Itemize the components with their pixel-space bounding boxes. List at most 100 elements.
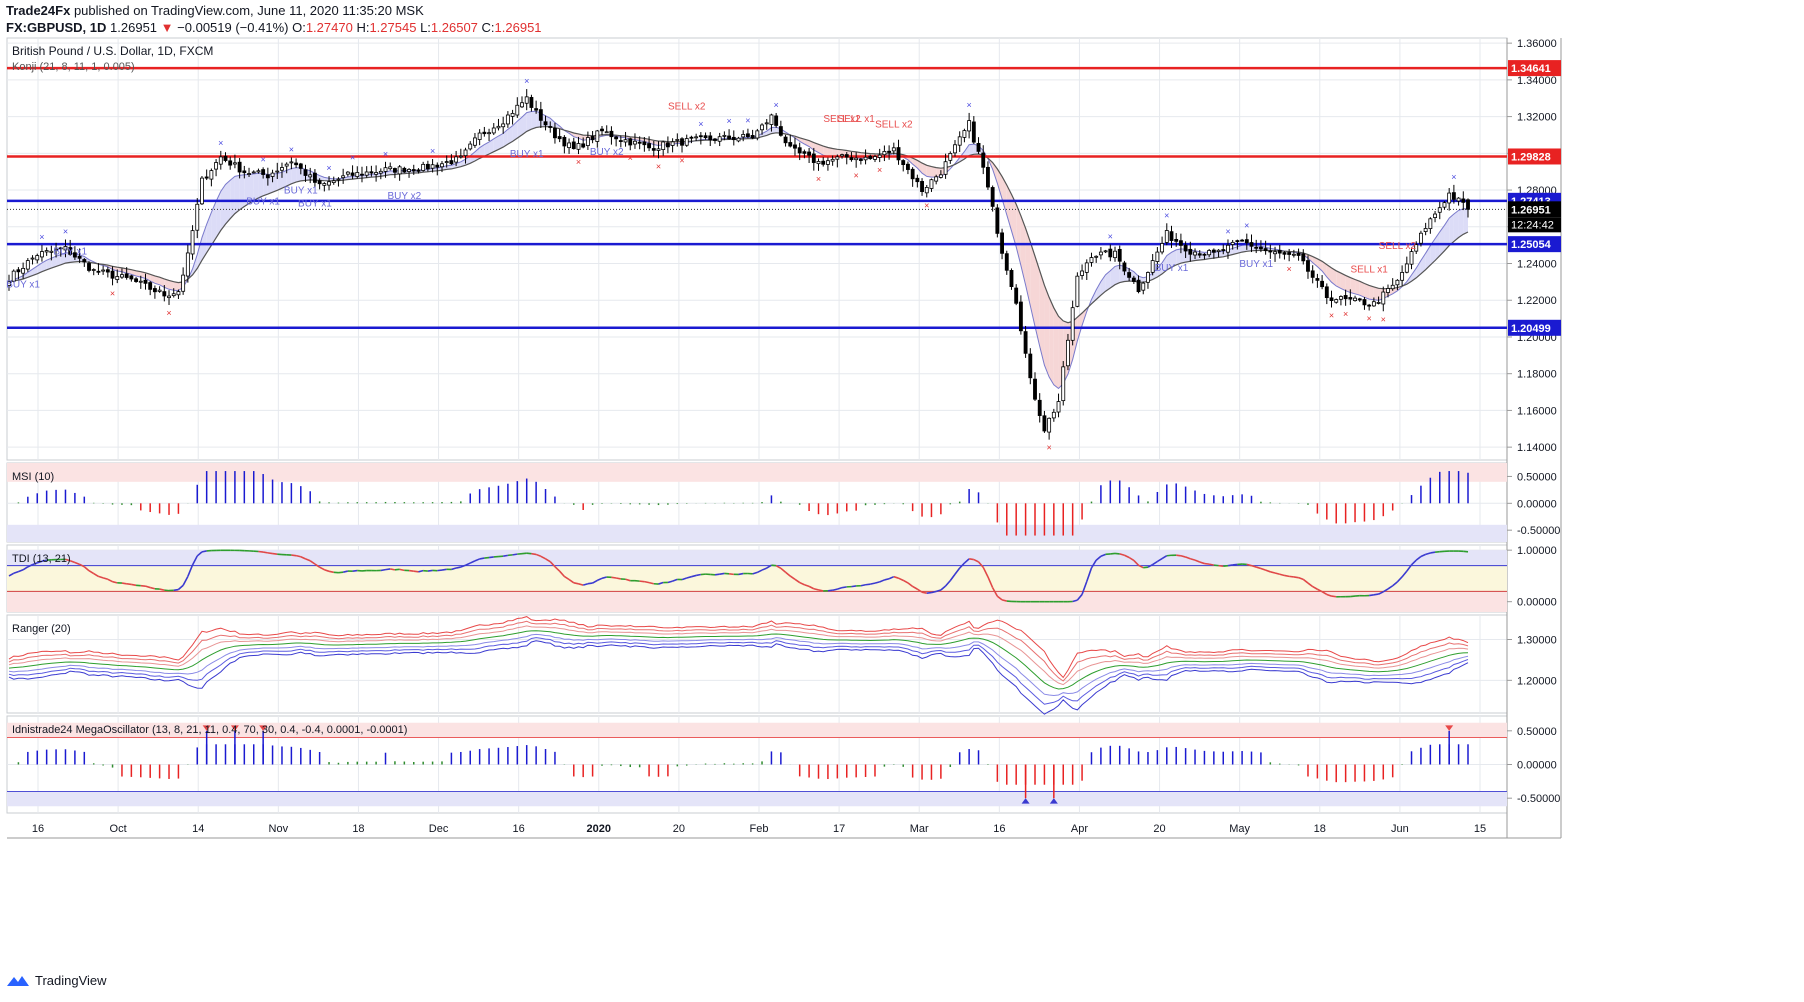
- candle-body: [1188, 248, 1193, 255]
- tdi-line-segment: [851, 585, 857, 588]
- signal-mark: ×: [816, 174, 821, 184]
- candle-body: [689, 136, 694, 139]
- candle-body: [280, 167, 284, 171]
- signal-label: BUY x1: [1155, 263, 1189, 274]
- y-tick-label: 0.00000: [1517, 760, 1557, 772]
- candle-body: [604, 131, 609, 134]
- candle-body: [1080, 270, 1085, 276]
- candle-body: [1033, 378, 1037, 400]
- candle-body: [1216, 249, 1221, 252]
- candle-body: [251, 171, 256, 174]
- candle-body: [854, 157, 859, 161]
- x-tick-label: Mar: [910, 823, 929, 835]
- candle-body: [458, 155, 463, 158]
- signal-mark: ×: [110, 288, 115, 298]
- tdi-line-segment: [394, 568, 400, 571]
- candle-body: [1211, 249, 1216, 253]
- tdi-line-segment: [1208, 563, 1215, 566]
- candle-body: [435, 164, 440, 168]
- candle-body: [1066, 339, 1070, 367]
- konji-cloud-segment: [531, 111, 537, 130]
- signal-mark: ×: [1108, 231, 1113, 241]
- y-tick-label: 1.00000: [1517, 545, 1557, 557]
- signal-mark: ×: [1343, 309, 1348, 319]
- tdi-line-segment: [860, 583, 866, 587]
- candle-body: [957, 136, 962, 146]
- candle-body: [675, 139, 680, 141]
- signal-mark: ×: [1451, 172, 1456, 182]
- tdi-line-segment: [352, 569, 358, 572]
- candle-body: [1202, 253, 1207, 256]
- candle-body: [986, 166, 990, 188]
- candle-body: [1348, 297, 1353, 300]
- y-tick-label: 1.22000: [1517, 295, 1557, 307]
- x-tick-label: 16: [993, 823, 1005, 835]
- candle-body: [284, 163, 289, 167]
- tdi-line-segment: [408, 569, 414, 572]
- konji-cloud-segment: [234, 175, 240, 214]
- chart-canvas[interactable]: 1.360001.340001.320001.300001.280001.260…: [0, 0, 1804, 1002]
- y-tick-label: 1.16000: [1517, 405, 1557, 417]
- candle-body: [934, 176, 939, 182]
- tdi-line-segment: [695, 573, 702, 577]
- candle-body: [1296, 252, 1301, 256]
- candle-body: [1183, 244, 1188, 252]
- candle-body: [534, 108, 539, 111]
- last-price-label: 1.26951: [1511, 204, 1551, 216]
- candle-body: [1315, 278, 1320, 281]
- signal-mark: ×: [1329, 311, 1334, 321]
- candle-body: [289, 161, 294, 164]
- tdi-line-segment: [413, 570, 419, 573]
- candle-body: [637, 141, 642, 144]
- tdi-line-segment: [488, 556, 494, 559]
- candle-body: [1376, 302, 1381, 304]
- tdi-line-segment: [1369, 594, 1374, 597]
- konji-cloud-segment: [1199, 251, 1205, 261]
- candle-body: [237, 161, 242, 173]
- tdi-line-segment: [159, 588, 165, 591]
- tdi-line-segment: [295, 554, 301, 558]
- candle-body: [157, 289, 162, 292]
- x-tick-label: 20: [673, 823, 685, 835]
- candle-body: [1338, 296, 1343, 300]
- candle-body: [1362, 299, 1367, 306]
- candle-body: [392, 168, 397, 173]
- candle-body: [378, 170, 383, 174]
- candle-body: [1098, 251, 1103, 256]
- candle-body: [670, 141, 675, 146]
- y-tick-label: 1.14000: [1517, 442, 1557, 454]
- signal-label: SELL x1: [1350, 265, 1388, 276]
- signal-mark: ×: [726, 116, 731, 126]
- candle-body: [1254, 246, 1259, 249]
- candle-body: [680, 138, 684, 146]
- candle-body: [1169, 231, 1174, 241]
- signal-mark: ×: [166, 308, 171, 318]
- footer-brand[interactable]: TradingView: [35, 973, 107, 988]
- tdi-line-segment: [1373, 593, 1379, 596]
- candle-body: [298, 163, 303, 169]
- konji-cloud-segment: [1053, 307, 1059, 389]
- candle-body: [496, 125, 501, 129]
- candle-body: [134, 278, 139, 282]
- candle-body: [995, 207, 1000, 234]
- candle-body: [1075, 275, 1080, 307]
- candle-body: [449, 160, 454, 165]
- candle-body: [891, 147, 896, 152]
- level-tag-label: 1.25054: [1511, 239, 1552, 251]
- candle-body: [1061, 366, 1066, 402]
- signal-mark: ×: [261, 154, 266, 164]
- signal-mark: ×: [628, 153, 633, 163]
- candle-body: [1428, 218, 1433, 230]
- tdi-line-segment: [1204, 562, 1210, 565]
- tradingview-logo-icon[interactable]: [6, 974, 30, 988]
- x-tick-label: 17: [833, 823, 845, 835]
- tdi-line-segment: [291, 554, 297, 557]
- msi-lower-band: [7, 524, 1507, 542]
- candle-body: [745, 133, 750, 137]
- candle-body: [901, 160, 906, 165]
- signal-mark: ×: [1225, 226, 1230, 236]
- candle-body: [1023, 331, 1028, 354]
- candle-body: [571, 141, 576, 150]
- x-tick-label: May: [1229, 823, 1250, 835]
- signal-mark: ×: [1046, 443, 1051, 453]
